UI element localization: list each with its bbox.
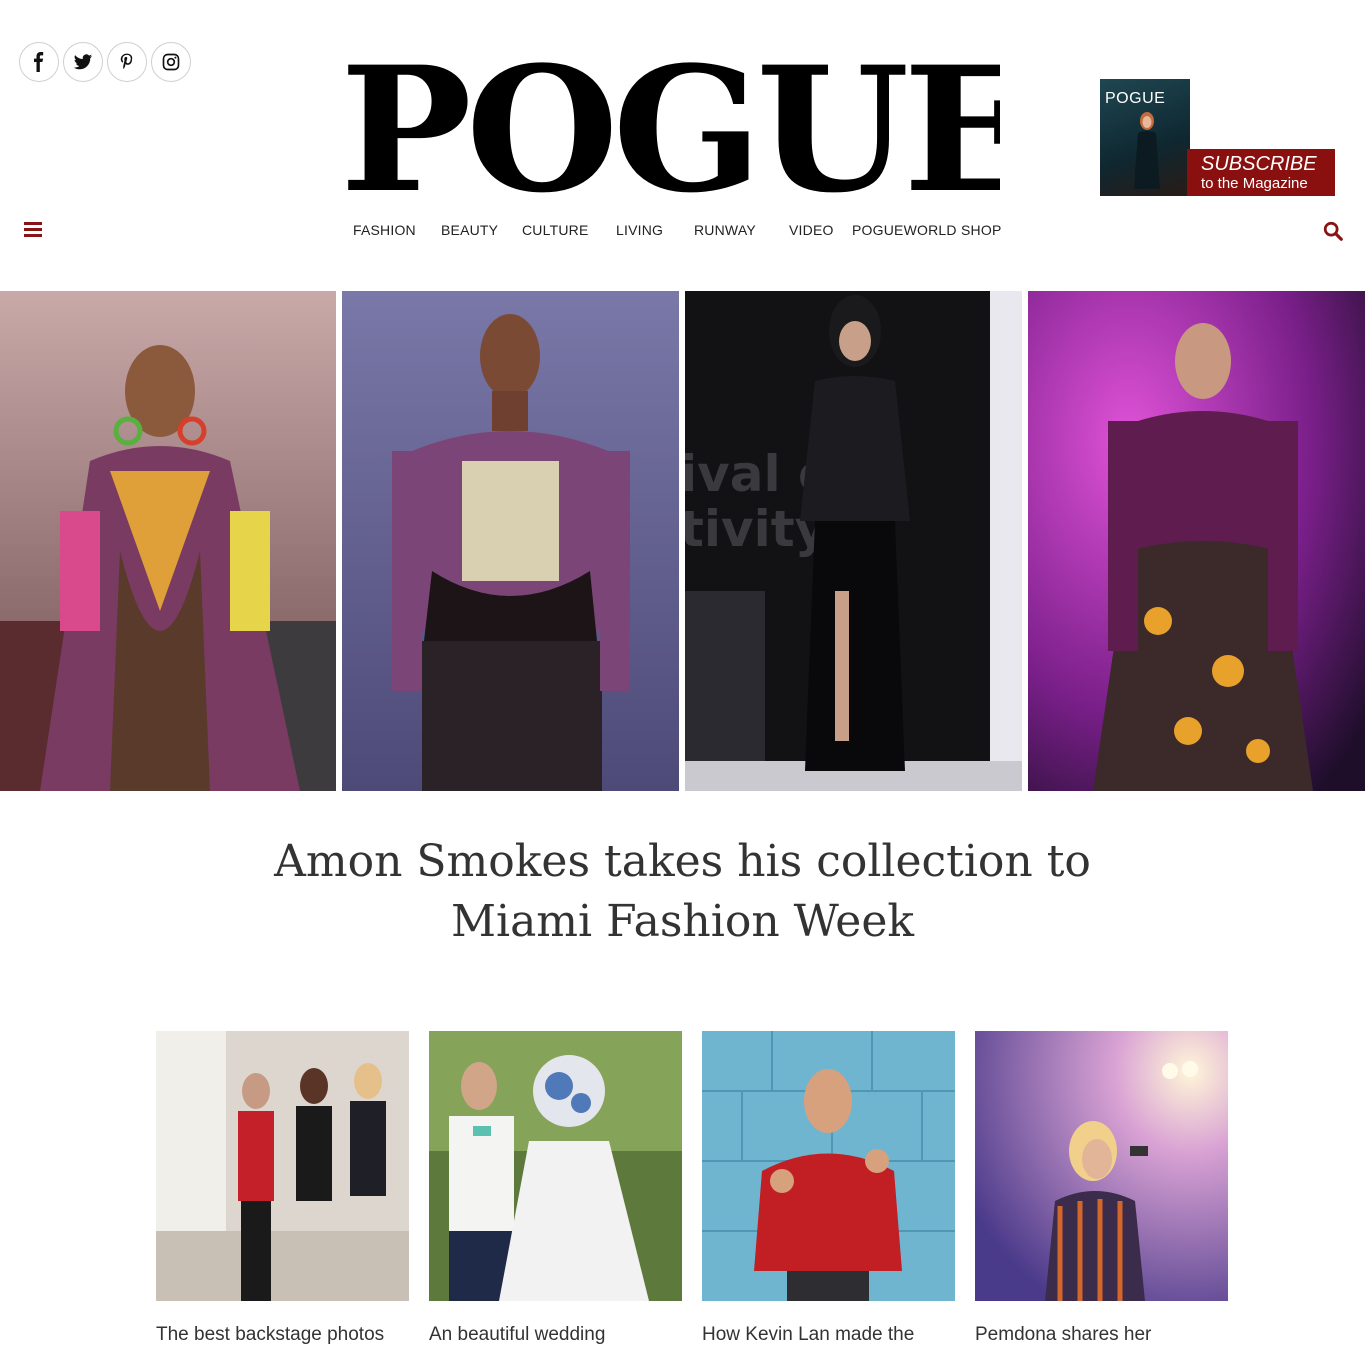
site-logo[interactable]: POGUE bbox=[340, 48, 1000, 198]
article-card[interactable]: An beautiful wedding bbox=[429, 1031, 682, 1346]
runway-photo-2[interactable] bbox=[342, 291, 679, 791]
nav-culture[interactable]: CULTURE bbox=[522, 222, 588, 238]
article-card[interactable]: The best backstage photos bbox=[156, 1031, 409, 1346]
nav-pogueworld[interactable]: POGUEWORLD bbox=[852, 222, 957, 238]
article-title[interactable]: The best backstage photos bbox=[156, 1324, 409, 1346]
subscribe-label: SUBSCRIBE bbox=[1201, 153, 1317, 175]
article-card[interactable]: Pemdona shares her bbox=[975, 1031, 1228, 1346]
pinterest-link[interactable] bbox=[107, 42, 147, 82]
cover-title: POGUE bbox=[1105, 90, 1166, 107]
article-thumbnail[interactable] bbox=[429, 1031, 682, 1301]
cover-model-image bbox=[1134, 112, 1160, 189]
social-links bbox=[19, 42, 191, 82]
subscribe-button[interactable]: SUBSCRIBE to the Magazine bbox=[1187, 149, 1335, 196]
hero-gallery: ival of tivity. bbox=[0, 291, 1365, 791]
article-thumbnail[interactable] bbox=[156, 1031, 409, 1301]
runway-photo-3[interactable]: ival of tivity. bbox=[685, 291, 1022, 791]
facebook-icon bbox=[34, 52, 44, 72]
pinterest-icon bbox=[120, 53, 133, 69]
subscribe-sublabel: to the Magazine bbox=[1201, 175, 1308, 192]
runway-photo-4[interactable] bbox=[1028, 291, 1365, 791]
runway-photo-1[interactable] bbox=[0, 291, 336, 791]
twitter-icon bbox=[73, 54, 93, 70]
nav-fashion[interactable]: FASHION bbox=[353, 222, 416, 238]
article-title[interactable]: Pemdona shares her bbox=[975, 1324, 1228, 1346]
article-thumbnail[interactable] bbox=[975, 1031, 1228, 1301]
facebook-link[interactable] bbox=[19, 42, 59, 82]
article-thumbnail[interactable] bbox=[702, 1031, 955, 1301]
nav-video[interactable]: VIDEO bbox=[789, 222, 834, 238]
nav-living[interactable]: LIVING bbox=[616, 222, 663, 238]
nav-runway[interactable]: RUNWAY bbox=[694, 222, 756, 238]
magazine-cover: POGUE bbox=[1100, 79, 1190, 196]
article-title[interactable]: How Kevin Lan made the bbox=[702, 1324, 955, 1346]
instagram-icon bbox=[162, 53, 180, 71]
instagram-link[interactable] bbox=[151, 42, 191, 82]
article-card[interactable]: How Kevin Lan made the bbox=[702, 1031, 955, 1346]
twitter-link[interactable] bbox=[63, 42, 103, 82]
article-title[interactable]: An beautiful wedding bbox=[429, 1324, 682, 1346]
logo-text: POGUE bbox=[340, 48, 1000, 198]
feature-headline[interactable]: Amon Smokes takes his collection to Miam… bbox=[200, 832, 1165, 952]
main-nav: FASHION BEAUTY CULTURE LIVING RUNWAY VID… bbox=[0, 222, 1365, 242]
subscribe-promo[interactable]: POGUE SUBSCRIBE to the Magazine bbox=[1100, 79, 1336, 196]
search-icon[interactable] bbox=[1322, 220, 1344, 242]
nav-beauty[interactable]: BEAUTY bbox=[441, 222, 498, 238]
nav-shop[interactable]: SHOP bbox=[961, 222, 1001, 238]
